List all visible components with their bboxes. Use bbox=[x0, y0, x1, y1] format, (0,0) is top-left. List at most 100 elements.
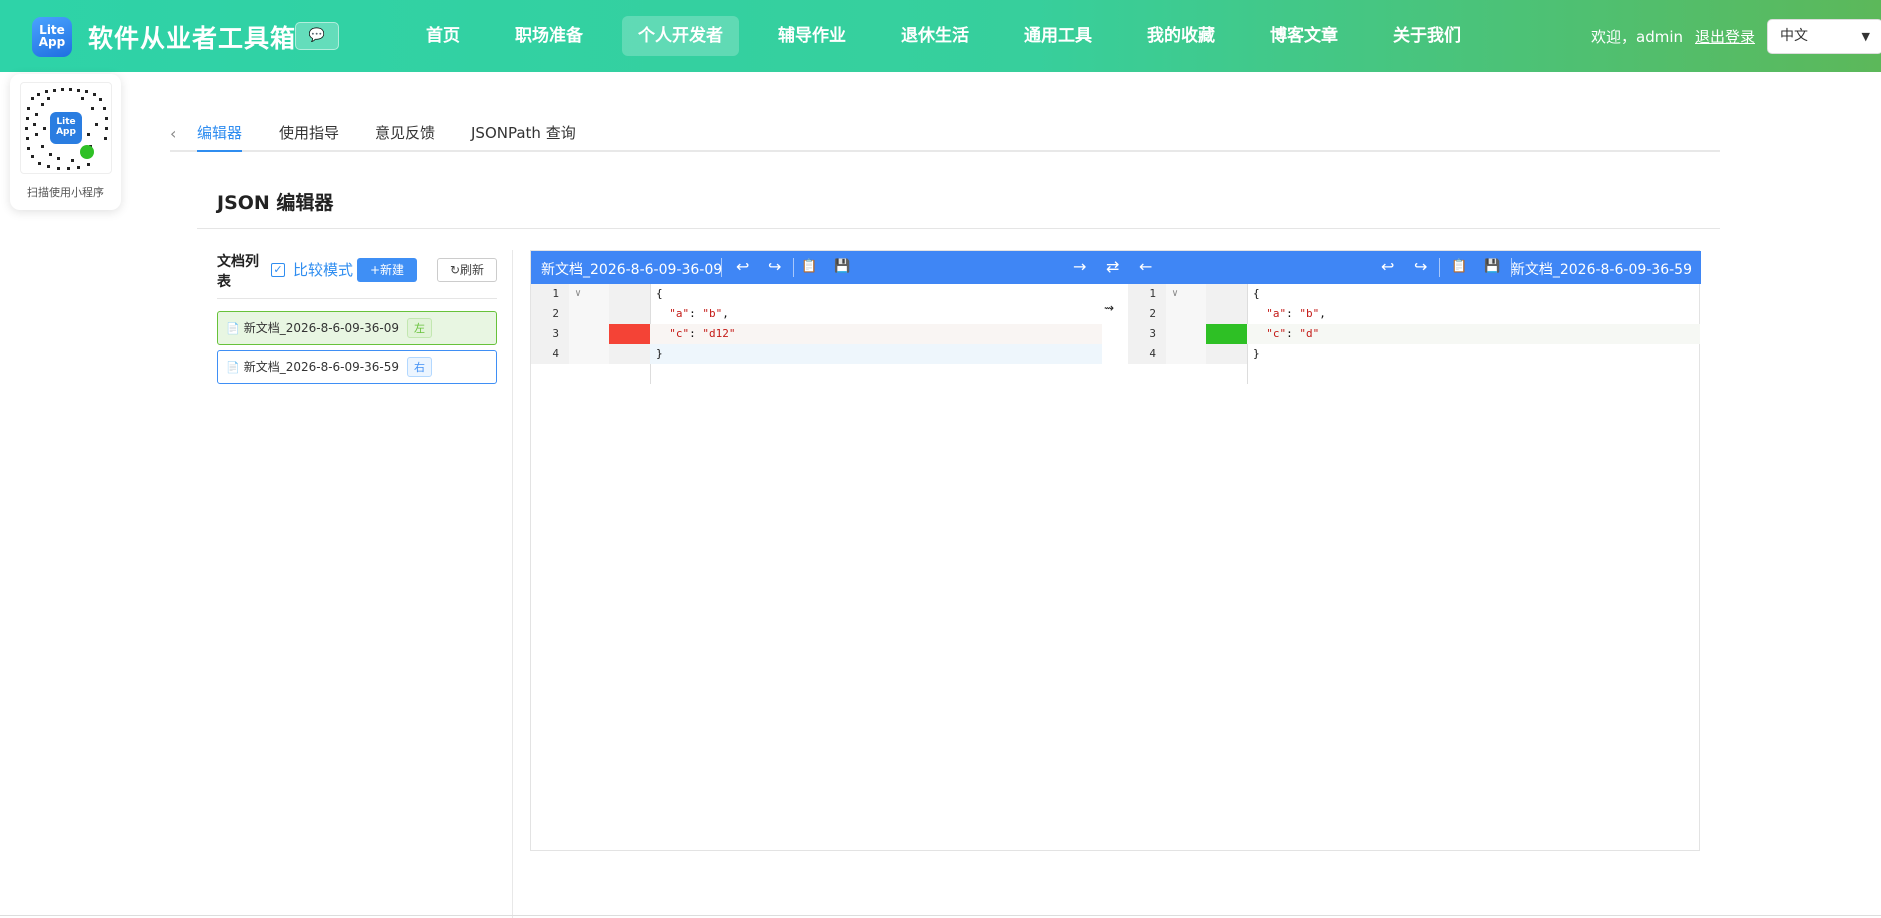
code-line: { bbox=[656, 287, 663, 300]
undo-icon[interactable]: ↩ bbox=[736, 257, 749, 276]
toolbar-separator bbox=[721, 258, 722, 277]
refresh-button[interactable]: ↻刷新 bbox=[437, 258, 497, 282]
refresh-label: 刷新 bbox=[460, 263, 485, 277]
fold-gutter-cell bbox=[1166, 324, 1206, 344]
editor-tabs: ‹ 编辑器 使用指导 意见反馈 JSONPath 查询 bbox=[170, 118, 1720, 152]
swap-icon[interactable]: ⇄ bbox=[1106, 257, 1119, 276]
code-line: { bbox=[1253, 287, 1260, 300]
document-icon: 📄 bbox=[226, 322, 240, 335]
added-line-marker bbox=[1206, 324, 1247, 344]
diff-gutter-cell bbox=[1206, 284, 1247, 304]
main-nav: 首页 职场准备 个人开发者 辅导作业 退休生活 通用工具 我的收藏 博客文章 关… bbox=[410, 16, 1500, 56]
tab-guide[interactable]: 使用指导 bbox=[279, 122, 339, 152]
refresh-icon: ↻ bbox=[449, 263, 461, 277]
chat-bubble-icon: 💬 bbox=[308, 28, 326, 43]
nav-favorites[interactable]: 我的收藏 bbox=[1131, 16, 1231, 56]
left-tag: 左 bbox=[406, 318, 432, 338]
diff-gutter-cell bbox=[1206, 304, 1247, 324]
list-item-doc-right[interactable]: 📄 新文档_2026-8-6-09-36-59 右 bbox=[217, 350, 497, 384]
code-line: } bbox=[1253, 347, 1260, 360]
line-number: 2 bbox=[531, 304, 569, 324]
logout-link[interactable]: 退出登录 bbox=[1695, 26, 1755, 47]
line-number: 1 bbox=[1128, 284, 1166, 304]
line-number: 3 bbox=[531, 324, 569, 344]
tab-jsonpath[interactable]: JSONPath 查询 bbox=[471, 122, 576, 152]
code-line: "a": "b", bbox=[1266, 307, 1326, 320]
line-number: 2 bbox=[1128, 304, 1166, 324]
qr-card: Lite App 扫描使用小程序 bbox=[10, 74, 121, 210]
removed-line-marker bbox=[609, 324, 650, 344]
line-number-gutter: 1 2 3 4 bbox=[1128, 284, 1166, 364]
left-editor-pane[interactable]: 1 2 3 4 ∨ { "a": "b", "c": "d12" } bbox=[531, 284, 1102, 852]
copy-to-right-icon[interactable]: → bbox=[1073, 257, 1086, 276]
language-select[interactable]: 中文 ▼ bbox=[1767, 19, 1881, 54]
compare-mode-checkbox[interactable]: ✓ bbox=[271, 263, 285, 277]
fold-toggle-icon[interactable]: ∨ bbox=[569, 284, 609, 304]
nav-personal-dev[interactable]: 个人开发者 bbox=[622, 16, 739, 56]
fold-gutter: ∨ bbox=[569, 284, 609, 364]
save-icon-right[interactable]: 💾 bbox=[1484, 259, 1500, 274]
nav-blog[interactable]: 博客文章 bbox=[1254, 16, 1354, 56]
diff-connector-icon: ⇝ bbox=[1104, 301, 1115, 315]
diff-gutter-cell bbox=[1206, 344, 1247, 364]
app-title[interactable]: 软件从业者工具箱 bbox=[88, 19, 296, 55]
json-diff-editor: 新文档_2026-8-6-09-36-09 ↩ ↪ 📋 💾 → ⇄ ← ↩ ↪ … bbox=[530, 250, 1701, 852]
title-divider bbox=[197, 228, 1720, 229]
paste-icon[interactable]: 📋 bbox=[801, 259, 817, 274]
fold-gutter-cell bbox=[569, 324, 609, 344]
chevron-left-icon[interactable]: ‹ bbox=[170, 124, 176, 143]
qr-caption: 扫描使用小程序 bbox=[27, 186, 104, 199]
tab-feedback[interactable]: 意见反馈 bbox=[375, 122, 435, 152]
sidebar-separator bbox=[512, 250, 513, 918]
right-editor-pane[interactable]: 1 2 3 4 ∨ { "a": "b", "c": "d" } bbox=[1128, 284, 1700, 852]
language-value: 中文 bbox=[1780, 28, 1808, 44]
doc-name: 新文档_2026-8-6-09-36-09 bbox=[243, 321, 399, 335]
page-title: JSON 编辑器 bbox=[217, 192, 334, 214]
nav-about[interactable]: 关于我们 bbox=[1377, 16, 1477, 56]
right-tag: 右 bbox=[406, 357, 432, 377]
right-doc-title: 新文档_2026-8-6-09-36-59 bbox=[1510, 262, 1692, 278]
qr-code-image: Lite App bbox=[20, 82, 112, 174]
diff-gutter bbox=[609, 284, 650, 364]
qr-logo-text-1: Lite bbox=[56, 117, 76, 127]
copy-to-left-icon[interactable]: ← bbox=[1139, 257, 1152, 276]
redo-icon-right[interactable]: ↪ bbox=[1414, 257, 1427, 276]
nav-retirement[interactable]: 退休生活 bbox=[885, 16, 985, 56]
fold-gutter-cell bbox=[1166, 304, 1206, 324]
qr-logo-text-2: App bbox=[56, 127, 76, 137]
save-icon[interactable]: 💾 bbox=[834, 259, 850, 274]
nav-home[interactable]: 首页 bbox=[410, 16, 476, 56]
right-code-area[interactable]: { "a": "b", "c": "d" } bbox=[1247, 284, 1700, 364]
compare-mode-label[interactable]: 比较模式 bbox=[293, 259, 353, 280]
new-document-button[interactable]: +新建 bbox=[357, 258, 417, 282]
line-number: 4 bbox=[531, 344, 569, 364]
toolbar-separator bbox=[1439, 258, 1440, 277]
top-header: Lite App 软件从业者工具箱 💬 首页 职场准备 个人开发者 辅导作业 退… bbox=[0, 0, 1881, 72]
left-code-area[interactable]: { "a": "b", "c": "d12" } bbox=[650, 284, 1102, 364]
line-number: 4 bbox=[1128, 344, 1166, 364]
logo-text-2: App bbox=[38, 35, 66, 49]
list-item-doc-left[interactable]: 📄 新文档_2026-8-6-09-36-09 左 bbox=[217, 311, 497, 345]
nav-career-prep[interactable]: 职场准备 bbox=[499, 16, 599, 56]
tab-editor[interactable]: 编辑器 bbox=[197, 122, 243, 152]
nav-homework[interactable]: 辅导作业 bbox=[762, 16, 862, 56]
line-number: 3 bbox=[1128, 324, 1166, 344]
paste-icon-right[interactable]: 📋 bbox=[1451, 259, 1467, 274]
fold-gutter: ∨ bbox=[1166, 284, 1206, 364]
fold-gutter-cell bbox=[569, 344, 609, 364]
check-icon: ✓ bbox=[273, 263, 283, 276]
welcome-text: 欢迎，admin bbox=[1591, 28, 1683, 46]
message-button[interactable]: 💬 bbox=[295, 22, 339, 50]
fold-toggle-icon[interactable]: ∨ bbox=[1166, 284, 1206, 304]
doc-name: 新文档_2026-8-6-09-36-59 bbox=[243, 360, 399, 374]
toolbar-separator bbox=[793, 258, 794, 277]
diff-gutter-cell bbox=[609, 304, 650, 324]
diff-gutter bbox=[1206, 284, 1247, 364]
redo-icon[interactable]: ↪ bbox=[768, 257, 781, 276]
nav-general-tools[interactable]: 通用工具 bbox=[1008, 16, 1108, 56]
document-icon: 📄 bbox=[226, 361, 240, 374]
app-logo[interactable]: Lite App bbox=[32, 17, 72, 57]
code-line-changed: "c": "d" bbox=[1247, 324, 1700, 344]
undo-icon-right[interactable]: ↩ bbox=[1381, 257, 1394, 276]
chevron-down-icon: ▼ bbox=[1861, 30, 1870, 43]
